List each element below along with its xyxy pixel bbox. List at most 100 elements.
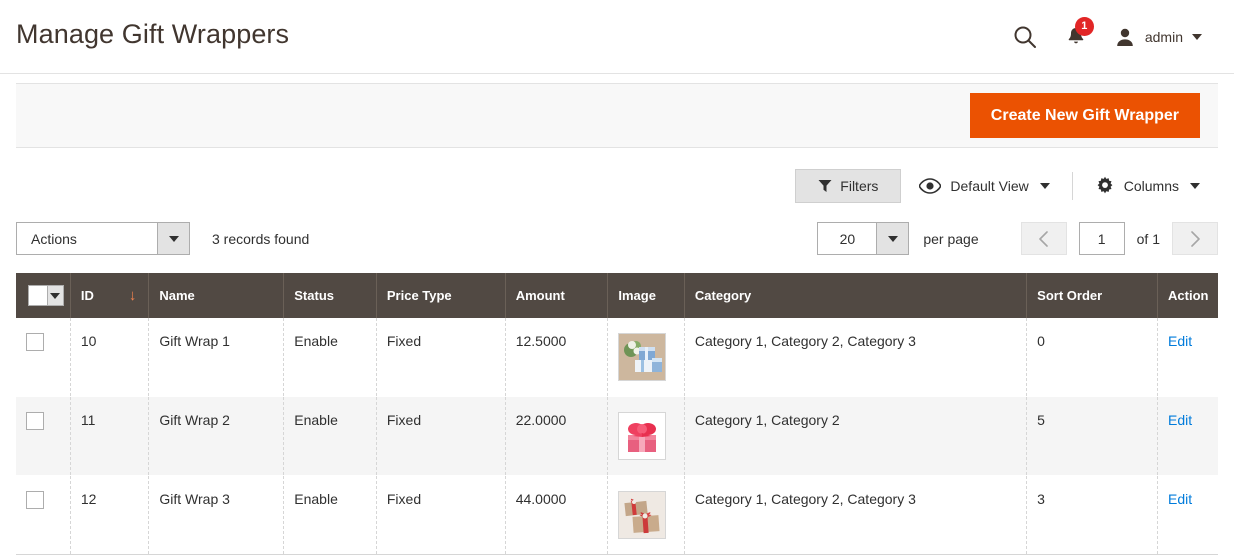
gift-wrap-2-thumbnail bbox=[618, 412, 667, 460]
edit-link[interactable]: Edit bbox=[1168, 333, 1192, 349]
table-row[interactable]: 11 Gift Wrap 2 Enable Fixed 22.0000 Cate… bbox=[16, 396, 1218, 476]
column-header-sort-order[interactable]: Sort Order bbox=[1026, 273, 1159, 318]
columns-dropdown[interactable]: Columns bbox=[1077, 168, 1218, 204]
column-header-image[interactable]: Image bbox=[607, 273, 685, 318]
cell-status: Enable bbox=[283, 318, 377, 397]
column-header-category[interactable]: Category bbox=[684, 273, 1028, 318]
cell-image bbox=[607, 475, 685, 555]
chevron-down-icon bbox=[1192, 33, 1202, 40]
mass-actions-label: Actions bbox=[31, 230, 77, 247]
cell-price-type: Fixed bbox=[376, 475, 506, 555]
cell-id: 11 bbox=[70, 396, 150, 476]
table-row[interactable]: 10 Gift Wrap 1 Enable Fixed 12.5000 Cate… bbox=[16, 318, 1218, 397]
cell-status: Enable bbox=[283, 475, 377, 555]
page-actions-bar: Create New Gift Wrapper bbox=[16, 83, 1218, 148]
cell-image bbox=[607, 396, 685, 476]
row-checkbox[interactable] bbox=[26, 333, 44, 351]
chevron-left-icon bbox=[1039, 230, 1048, 247]
column-header-action: Action bbox=[1157, 273, 1218, 318]
chevron-right-icon bbox=[1190, 230, 1200, 247]
gear-icon bbox=[1097, 176, 1113, 194]
cell-image bbox=[607, 318, 685, 397]
notifications-button[interactable]: 1 bbox=[1064, 16, 1094, 49]
cell-action[interactable]: Edit bbox=[1157, 318, 1218, 397]
gift-wrappers-table: ID ↓ Name Status Price Type Amount Image… bbox=[16, 273, 1218, 555]
cell-name: Gift Wrap 1 bbox=[148, 318, 285, 397]
previous-page-button[interactable] bbox=[1020, 222, 1067, 255]
page-header: Manage Gift Wrappers 1 admin bbox=[0, 0, 1234, 74]
grid-toolbar-left: Actions 3 records found bbox=[16, 222, 309, 255]
sort-ascending-icon: ↓ bbox=[128, 287, 137, 304]
toolbar-divider bbox=[1071, 172, 1073, 200]
total-pages-label: of 1 bbox=[1136, 230, 1160, 247]
records-found-label: 3 records found bbox=[212, 230, 310, 247]
cell-status: Enable bbox=[283, 396, 377, 476]
cell-id: 10 bbox=[70, 318, 150, 397]
cell-action[interactable]: Edit bbox=[1157, 475, 1218, 555]
chevron-down-icon bbox=[157, 223, 189, 254]
column-header-amount[interactable]: Amount bbox=[505, 273, 609, 318]
chevron-down-icon bbox=[46, 285, 64, 306]
cell-amount: 44.0000 bbox=[505, 475, 609, 555]
cell-amount: 22.0000 bbox=[505, 396, 609, 476]
row-select-cell[interactable] bbox=[16, 318, 71, 397]
per-page-value: 20 bbox=[839, 230, 856, 247]
current-page-input[interactable] bbox=[1078, 222, 1125, 255]
user-menu[interactable]: admin bbox=[1114, 26, 1202, 48]
eye-icon bbox=[919, 178, 942, 194]
cell-id: 12 bbox=[70, 475, 150, 555]
per-page-select[interactable]: 20 bbox=[817, 222, 910, 255]
select-all-checkbox[interactable] bbox=[28, 285, 64, 306]
column-label: ID bbox=[80, 288, 94, 303]
user-avatar-icon bbox=[1117, 28, 1133, 46]
chevron-down-icon bbox=[1039, 183, 1050, 189]
default-view-dropdown[interactable]: Default View bbox=[901, 170, 1067, 202]
column-header-status[interactable]: Status bbox=[283, 273, 377, 318]
cell-category: Category 1, Category 2, Category 3 bbox=[684, 475, 1028, 555]
row-checkbox[interactable] bbox=[26, 491, 44, 509]
cell-sort-order: 0 bbox=[1026, 318, 1159, 397]
filters-button[interactable]: Filters bbox=[795, 169, 902, 203]
gift-wrap-3-thumbnail bbox=[618, 491, 667, 539]
cell-category: Category 1, Category 2 bbox=[684, 396, 1028, 476]
chevron-down-icon bbox=[1190, 183, 1200, 189]
next-page-button[interactable] bbox=[1172, 222, 1218, 255]
mass-actions-select[interactable]: Actions bbox=[16, 222, 190, 255]
column-header-price-type[interactable]: Price Type bbox=[376, 273, 506, 318]
admin-page: Manage Gift Wrappers 1 admin Create New … bbox=[0, 0, 1234, 555]
cell-name: Gift Wrap 3 bbox=[148, 475, 285, 555]
create-new-gift-wrapper-button[interactable]: Create New Gift Wrapper bbox=[969, 92, 1200, 139]
row-select-cell[interactable] bbox=[16, 475, 71, 555]
notification-count-badge: 1 bbox=[1074, 16, 1094, 36]
filters-label: Filters bbox=[840, 178, 879, 194]
edit-link[interactable]: Edit bbox=[1168, 412, 1192, 428]
cell-price-type: Fixed bbox=[376, 396, 506, 476]
data-grid-wrapper: ID ↓ Name Status Price Type Amount Image… bbox=[0, 255, 1234, 555]
funnel-icon bbox=[818, 180, 832, 192]
column-header-name[interactable]: Name bbox=[148, 273, 285, 318]
cell-sort-order: 3 bbox=[1026, 475, 1159, 555]
grid-toolbar: Actions 3 records found 20 per page 1 of… bbox=[0, 204, 1234, 255]
cell-sort-order: 5 bbox=[1026, 396, 1159, 476]
page-title: Manage Gift Wrappers bbox=[16, 19, 290, 49]
column-header-id[interactable]: ID ↓ bbox=[70, 273, 150, 318]
grid-view-controls: Filters Default View Columns bbox=[0, 148, 1234, 204]
select-all-column-header[interactable] bbox=[16, 273, 71, 318]
row-checkbox[interactable] bbox=[26, 412, 44, 430]
gift-wrap-1-thumbnail bbox=[618, 333, 667, 381]
checkbox-box bbox=[28, 285, 47, 306]
chevron-down-icon bbox=[876, 223, 909, 254]
cell-action[interactable]: Edit bbox=[1157, 396, 1218, 476]
cell-name: Gift Wrap 2 bbox=[148, 396, 285, 476]
grid-pagination: 20 per page of 1 bbox=[817, 222, 1218, 255]
user-name-label: admin bbox=[1144, 28, 1183, 45]
per-page-label: per page bbox=[923, 230, 979, 247]
cell-category: Category 1, Category 2, Category 3 bbox=[684, 318, 1028, 397]
cell-amount: 12.5000 bbox=[505, 318, 609, 397]
columns-label: Columns bbox=[1123, 178, 1179, 194]
edit-link[interactable]: Edit bbox=[1168, 491, 1192, 507]
row-select-cell[interactable] bbox=[16, 396, 71, 476]
table-row[interactable]: 12 Gift Wrap 3 Enable Fixed 44.0000 Cate… bbox=[16, 475, 1218, 555]
search-icon[interactable] bbox=[1012, 24, 1038, 50]
cell-price-type: Fixed bbox=[376, 318, 506, 397]
